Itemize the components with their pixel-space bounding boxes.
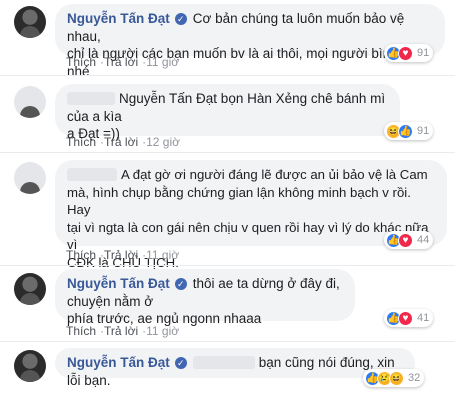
reaction-summary[interactable]: 👍 ♥ 44	[384, 231, 434, 249]
comment-actions: Thích ·Trả lời ·11 giờ	[66, 248, 179, 262]
reaction-summary[interactable]: 👍 ♥ 41	[384, 309, 434, 327]
comment-actions: Thích ·Trả lời ·12 giờ	[66, 135, 180, 149]
comment-line: Nguyễn Tấn Đạt ✓ thôi ae ta dừng ở đây đi,…	[67, 275, 343, 310]
reply-link[interactable]: Trả lời	[104, 248, 138, 262]
reaction-summary[interactable]: 👍 😢 😆 32	[363, 369, 425, 387]
love-reaction-icon: ♥	[398, 310, 413, 326]
haha-reaction-icon: 😆	[389, 370, 404, 386]
divider	[0, 265, 455, 266]
timestamp[interactable]: 11 giờ	[146, 55, 179, 69]
comment-author[interactable]: Nguyễn Tấn Đạt	[67, 11, 170, 26]
comment-bubble: Nguyễn Tấn Đạt ✓ thôi ae ta dừng ở đây đi,…	[55, 269, 355, 326]
divider	[0, 341, 455, 342]
timestamp[interactable]: 11 giờ	[146, 248, 179, 262]
reply-link[interactable]: Trả lời	[104, 55, 138, 69]
comment-text: A đạt gờ ơi người đáng lẽ được an ủi bảo…	[121, 167, 428, 182]
timestamp[interactable]: 11 giờ	[146, 324, 179, 338]
reply-link[interactable]: Trả lời	[104, 135, 138, 149]
reaction-count: 44	[417, 234, 430, 246]
reaction-summary[interactable]: 👍 ♥ 91	[384, 44, 434, 62]
comment-line: Nguyễn Tấn Đạt bọn Hàn Xẻng chê bánh mì …	[67, 90, 388, 125]
like-link[interactable]: Thích	[66, 324, 96, 338]
comment-author[interactable]: Nguyễn Tấn Đạt	[67, 276, 170, 291]
verified-badge-icon: ✓	[174, 357, 187, 369]
blurred-mention	[192, 356, 255, 369]
comment-bubble: Nguyễn Tấn Đạt ✓ bạn cũng nói đúng, xin lỗ…	[55, 348, 415, 388]
divider	[0, 152, 455, 153]
reaction-count: 91	[417, 47, 430, 59]
blurred-author	[67, 168, 117, 181]
avatar[interactable]	[14, 162, 46, 194]
avatar[interactable]	[14, 6, 46, 38]
like-link[interactable]: Thích	[66, 248, 96, 262]
verified-badge-icon: ✓	[174, 13, 187, 25]
reaction-count: 32	[408, 372, 421, 384]
like-link[interactable]: Thích	[66, 55, 96, 69]
blurred-author	[67, 92, 115, 105]
comment-line: A đạt gờ ơi người đáng lẽ được an ủi bảo…	[67, 166, 435, 184]
comment-actions: Thích ·Trả lời ·11 giờ	[66, 324, 179, 338]
reaction-count: 91	[417, 125, 430, 137]
avatar[interactable]	[14, 350, 46, 382]
comment-line: Nguyễn Tấn Đạt ✓ bạn cũng nói đúng, xin lỗ…	[67, 354, 403, 389]
like-link[interactable]: Thích	[66, 135, 96, 149]
reply-link[interactable]: Trả lời	[104, 324, 138, 338]
comment-bubble: Nguyễn Tấn Đạt bọn Hàn Xẻng chê bánh mì …	[55, 84, 400, 141]
comment-author[interactable]: Nguyễn Tấn Đạt	[67, 355, 170, 370]
love-reaction-icon: ♥	[398, 45, 413, 61]
comment-line: mà, hình chụp bằng chứng gian lận không …	[67, 184, 411, 218]
comment-actions: Thích ·Trả lời ·11 giờ	[66, 55, 179, 69]
reaction-summary[interactable]: 😆 👍 91	[384, 122, 434, 140]
avatar[interactable]	[14, 86, 46, 118]
love-reaction-icon: ♥	[398, 232, 413, 248]
comment-line: Nguyễn Tấn Đạt ✓ Cơ bản chúng ta luôn muốn…	[67, 10, 433, 45]
like-reaction-icon: 👍	[398, 123, 413, 139]
verified-badge-icon: ✓	[174, 278, 187, 290]
divider	[0, 75, 455, 76]
reaction-count: 41	[417, 312, 430, 324]
avatar[interactable]	[14, 273, 46, 305]
timestamp[interactable]: 12 giờ	[146, 135, 180, 149]
